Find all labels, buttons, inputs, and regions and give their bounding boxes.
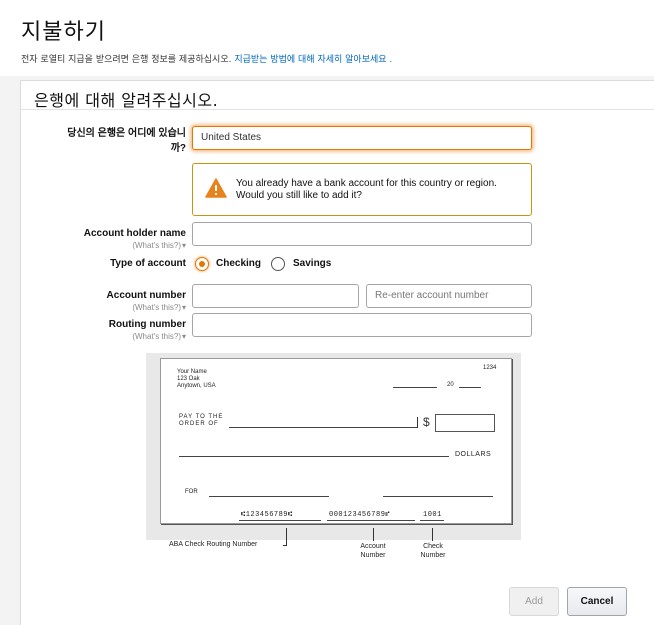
date-line-2 [459,387,481,388]
check-callout-line [432,528,433,541]
account-underline [327,520,415,521]
check-caption-line-2: Number [420,552,446,559]
subtitle-text: 전자 로열티 지급을 받으려면 은행 정보를 제공하십시오. [21,55,232,65]
page-header: 지불하기 전자 로열티 지급을 받으려면 은행 정보를 제공하십시오. 지급받는… [0,0,654,76]
routing-underline [239,520,321,521]
routing-number-input[interactable] [192,313,532,337]
page-title: 지불하기 [21,20,106,45]
bank-location-value: United States [201,132,262,143]
account-callout-line [373,528,374,541]
date-line [393,387,437,388]
account-caption-line-2: Number [360,552,386,559]
alert-line-2: Would you still like to add it? [236,190,362,201]
sample-check-illustration: Your Name 123 Oak Anytown, USA 1234 20 P… [146,353,521,540]
routing-callout-line [286,528,287,545]
check-date-prefix: 20 [447,382,454,388]
check-number-underline [420,520,444,521]
account-holder-input[interactable] [192,222,532,246]
payee-line [229,427,418,428]
bank-form-panel: 은행에 대해 알려주십시오. 당신의 은행은 어디에 있습니 까? United… [20,80,654,625]
account-holder-help-link[interactable]: (What's this?) [41,241,181,250]
routing-number-help-link[interactable]: (What's this?) [41,332,181,341]
warning-icon [205,178,227,198]
check-number-caption: Check Number [403,542,463,560]
page-subtitle: 전자 로열티 지급을 받으려면 은행 정보를 제공하십시오. 지급받는 방법에 … [21,52,392,65]
divider [21,109,654,110]
dollars-label: DOLLARS [455,451,492,458]
section-title: 은행에 대해 알려주십시오. [34,91,219,110]
account-type-label: Type of account [110,258,186,269]
check-address-2: Anytown, USA [177,383,216,389]
account-number-label: Account number [106,290,186,301]
duplicate-account-alert: You already have a bank account for this… [192,163,532,216]
alert-message: You already have a bank account for this… [236,178,497,202]
check-number: 1234 [483,365,497,371]
account-number-input[interactable] [192,284,359,308]
savings-radio-label[interactable]: Savings [293,258,331,269]
micr-routing: ⑆123456789⑆ [241,511,293,519]
micr-account: 000123456789⑈ [329,511,391,519]
payee-line-end [417,417,418,428]
add-button[interactable]: Add [509,587,559,616]
routing-number-label: Routing number [108,319,186,330]
check-name: Your Name [177,369,207,375]
pay-to-line-1: PAY TO THE [179,414,224,420]
written-amount-line [179,456,449,457]
cancel-button[interactable]: Cancel [567,587,627,616]
account-number-help-link[interactable]: (What's this?) [41,303,181,312]
checking-radio[interactable] [195,257,209,271]
bank-location-label-line2: 까? [170,143,186,154]
routing-caption: ABA Check Routing Number [169,541,258,548]
help-dropdown-marker: ▾ [182,303,187,312]
savings-radio[interactable] [271,257,285,271]
bank-location-label-line1: 당신의 은행은 어디에 있습니 [67,128,186,139]
bank-location-select[interactable]: United States [192,126,532,150]
memo-label: FOR [185,489,198,495]
memo-line [209,496,329,497]
learn-more-link[interactable]: 지급받는 방법에 대해 자세히 알아보세요 . [234,55,392,65]
check-address-1: 123 Oak [177,376,200,382]
sample-check: Your Name 123 Oak Anytown, USA 1234 20 P… [160,358,512,524]
alert-line-1: You already have a bank account for this… [236,178,497,189]
signature-line [383,496,493,497]
bank-location-label: 당신의 은행은 어디에 있습니 까? [41,124,186,154]
account-holder-label: Account holder name [83,228,186,239]
pay-to-line-2: ORDER OF [179,421,219,427]
account-caption-line-1: Account [360,543,386,550]
reenter-account-number-input[interactable]: Re-enter account number [366,284,532,308]
micr-check-number: 1001 [423,511,442,519]
account-number-caption: Account Number [343,542,403,560]
help-dropdown-marker: ▾ [182,332,187,341]
amount-box [435,414,495,432]
reenter-placeholder: Re-enter account number [375,290,489,301]
check-caption-line-1: Check [423,543,443,550]
dollar-sign: $ [423,415,430,429]
checking-radio-label[interactable]: Checking [216,258,261,269]
help-dropdown-marker: ▾ [182,241,187,250]
